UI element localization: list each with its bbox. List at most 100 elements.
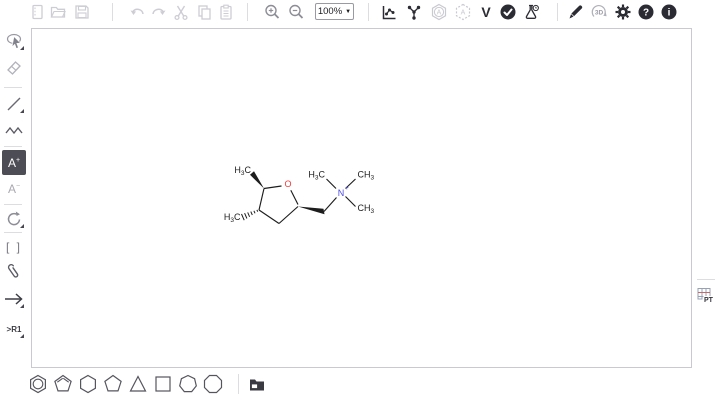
rotate-button[interactable] [2, 208, 26, 230]
template-cycloheptane-button[interactable] [176, 372, 200, 396]
help-button[interactable]: ? [636, 2, 656, 22]
clean-up-icon [405, 3, 423, 21]
toolbar-divider [4, 146, 22, 147]
zoom-out-icon [287, 3, 305, 21]
redo-button[interactable] [148, 2, 168, 22]
paperclip-icon [4, 262, 24, 282]
undo-icon [129, 3, 147, 21]
sgroup-bracket-button[interactable]: [ ] [2, 236, 26, 258]
template-library-button[interactable] [246, 373, 268, 395]
about-button[interactable]: i [659, 2, 679, 22]
template-cyclopropane-button[interactable] [126, 372, 150, 396]
zoom-out-button[interactable] [286, 2, 306, 22]
reaction-arrow-button[interactable] [2, 288, 26, 310]
svg-text:A: A [437, 10, 442, 17]
check-icon [499, 3, 517, 21]
aromatize-icon: A [430, 3, 448, 21]
eraser-button[interactable] [2, 56, 26, 78]
layout-button[interactable] [379, 2, 399, 22]
cip-icon: V [477, 3, 495, 21]
atom-label-methyl: H3C [234, 165, 251, 177]
atom-label-oxygen: O [284, 179, 291, 189]
zoom-in-button[interactable] [262, 2, 282, 22]
scissors-icon [172, 3, 190, 21]
template-cyclopentane-button[interactable] [101, 372, 125, 396]
zoom-in-icon [263, 3, 281, 21]
new-document-button[interactable] [27, 2, 47, 22]
cyclooctane-icon [201, 372, 225, 396]
svg-text:V: V [481, 4, 491, 20]
paperclip-tool-button[interactable] [2, 261, 26, 283]
toolbar-divider [247, 3, 248, 21]
rgroup-button[interactable]: >R1 [2, 318, 26, 340]
three-d-icon: 3D [590, 3, 608, 21]
toolbar-divider [4, 87, 22, 88]
calculate-cip-button[interactable]: V [476, 2, 496, 22]
periodic-table-button[interactable]: PT [694, 284, 716, 306]
lasso-selection-button[interactable] [2, 30, 26, 52]
dearomatize-button[interactable]: A [453, 2, 473, 22]
help-icon: ? [637, 3, 655, 21]
benzene-icon [26, 372, 50, 396]
eraser-icon [4, 57, 24, 77]
cyclopentadiene-icon [51, 372, 75, 396]
layout-icon [380, 3, 398, 21]
cycloheptane-icon [176, 372, 200, 396]
save-button[interactable] [72, 2, 92, 22]
toolbar-divider [4, 204, 22, 205]
template-cyclohexane-button[interactable] [76, 372, 100, 396]
bottom-toolbar [0, 370, 720, 400]
template-cyclooctane-button[interactable] [201, 372, 225, 396]
svg-text:i: i [668, 8, 671, 19]
aromatize-button[interactable]: A [429, 2, 449, 22]
svg-text:A: A [461, 10, 466, 17]
charge-plus-button[interactable]: A+ [2, 150, 26, 175]
rgroup-icon: >R1 [7, 325, 22, 334]
paste-clipboard-icon [217, 3, 235, 21]
copy-button[interactable] [194, 2, 214, 22]
cyclohexane-icon [76, 372, 100, 396]
settings-button[interactable] [613, 2, 633, 22]
periodic-table-icon: PT [695, 285, 715, 305]
chevron-down-icon: ▼ [345, 9, 351, 15]
cyclopentane-icon [101, 372, 125, 396]
top-toolbar: 100% ▼ A [0, 0, 720, 26]
check-structure-button[interactable] [498, 2, 518, 22]
drawing-canvas[interactable]: O N + H3C H3C H3C CH3 CH3 [31, 28, 692, 368]
paste-button[interactable] [216, 2, 236, 22]
zoom-level-dropdown[interactable]: 100% ▼ [315, 3, 354, 20]
new-document-icon [28, 3, 46, 21]
right-toolbar: H C N O S P F Cl Br I PT [690, 26, 720, 371]
chain-icon [4, 120, 24, 140]
atom-label-methyl: H3C [224, 212, 241, 224]
template-benzene-button[interactable] [26, 372, 50, 396]
toolbar-divider [557, 3, 558, 21]
cut-button[interactable] [171, 2, 191, 22]
molecule[interactable]: O N + H3C H3C H3C CH3 CH3 [215, 148, 390, 243]
pen-icon [567, 3, 585, 21]
save-icon [73, 3, 91, 21]
chain-tool-button[interactable] [2, 119, 26, 141]
bracket-icon: [ ] [6, 240, 22, 254]
submenu-indicator [20, 109, 24, 113]
gear-icon [614, 3, 632, 21]
flask-icon [522, 3, 540, 21]
three-d-viewer-button[interactable]: 3D [589, 2, 609, 22]
undo-button[interactable] [128, 2, 148, 22]
template-cyclopentadiene-button[interactable] [51, 372, 75, 396]
atom-label-nitrogen-charge: + [345, 185, 349, 192]
calculated-values-button[interactable] [521, 2, 541, 22]
template-cyclobutane-button[interactable] [151, 372, 175, 396]
open-button[interactable] [48, 2, 68, 22]
charge-minus-button[interactable]: A− [2, 178, 26, 200]
charge-minus-icon: A− [8, 182, 20, 196]
pen-tool-button[interactable] [566, 2, 586, 22]
toolbar-divider [368, 3, 369, 21]
single-bond-button[interactable] [2, 93, 26, 115]
info-icon: i [660, 3, 678, 21]
dearomatize-icon: A [454, 3, 472, 21]
zoom-level-value: 100% [318, 6, 342, 17]
clean-up-button[interactable] [404, 2, 424, 22]
atom-label-methyl: H3C [308, 170, 325, 182]
svg-text:?: ? [643, 8, 649, 19]
